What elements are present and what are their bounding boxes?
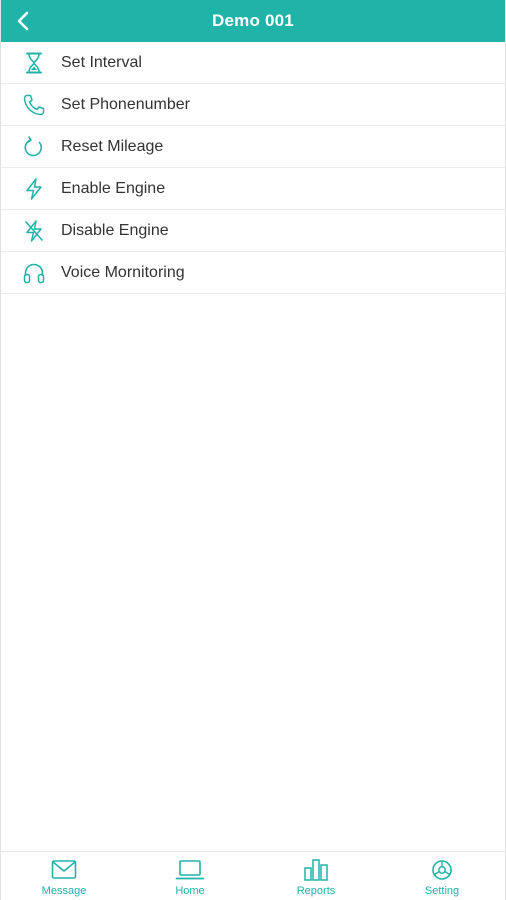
menu-item-set-interval[interactable]: Set Interval: [1, 42, 505, 84]
tab-message[interactable]: Message: [1, 852, 127, 900]
tab-label: Home: [175, 885, 205, 897]
app-screen: Demo 001 Set Interval Set Phonenumber Re…: [0, 0, 506, 900]
menu-item-label: Voice Mornitoring: [61, 263, 185, 281]
gear-icon: [430, 857, 454, 883]
tab-reports[interactable]: Reports: [253, 852, 379, 900]
lightning-off-icon: [21, 218, 47, 244]
envelope-icon: [51, 857, 77, 883]
menu-item-label: Set Interval: [61, 53, 142, 71]
bottom-tab-bar: Message Home Reports Setting: [1, 851, 505, 900]
tab-home[interactable]: Home: [127, 852, 253, 900]
menu-item-label: Reset Mileage: [61, 137, 164, 155]
phone-icon: [21, 92, 47, 118]
tab-label: Setting: [424, 885, 460, 897]
page-title: Demo 001: [212, 11, 294, 30]
hourglass-icon: [21, 50, 47, 76]
menu-item-disable-engine[interactable]: Disable Engine: [1, 210, 505, 252]
lightning-icon: [21, 176, 47, 202]
headphones-icon: [21, 260, 47, 286]
menu-item-label: Enable Engine: [61, 179, 166, 197]
chevron-left-icon: [17, 11, 29, 31]
tab-setting[interactable]: Setting: [379, 852, 505, 900]
laptop-icon: [175, 857, 205, 883]
menu-item-set-phonenumber[interactable]: Set Phonenumber: [1, 84, 505, 126]
menu-item-label: Disable Engine: [61, 221, 169, 239]
menu-item-enable-engine[interactable]: Enable Engine: [1, 168, 505, 210]
menu-item-voice-monitoring[interactable]: Voice Mornitoring: [1, 252, 505, 294]
menu-item-label: Set Phonenumber: [61, 95, 190, 113]
header-bar: Demo 001: [1, 0, 505, 42]
tab-label: Message: [41, 885, 87, 897]
back-button[interactable]: [9, 6, 39, 36]
bar-chart-icon: [302, 857, 330, 883]
menu-item-reset-mileage[interactable]: Reset Mileage: [1, 126, 505, 168]
tab-label: Reports: [296, 885, 336, 897]
refresh-icon: [21, 134, 47, 160]
command-list: Set Interval Set Phonenumber Reset Milea…: [1, 42, 505, 294]
